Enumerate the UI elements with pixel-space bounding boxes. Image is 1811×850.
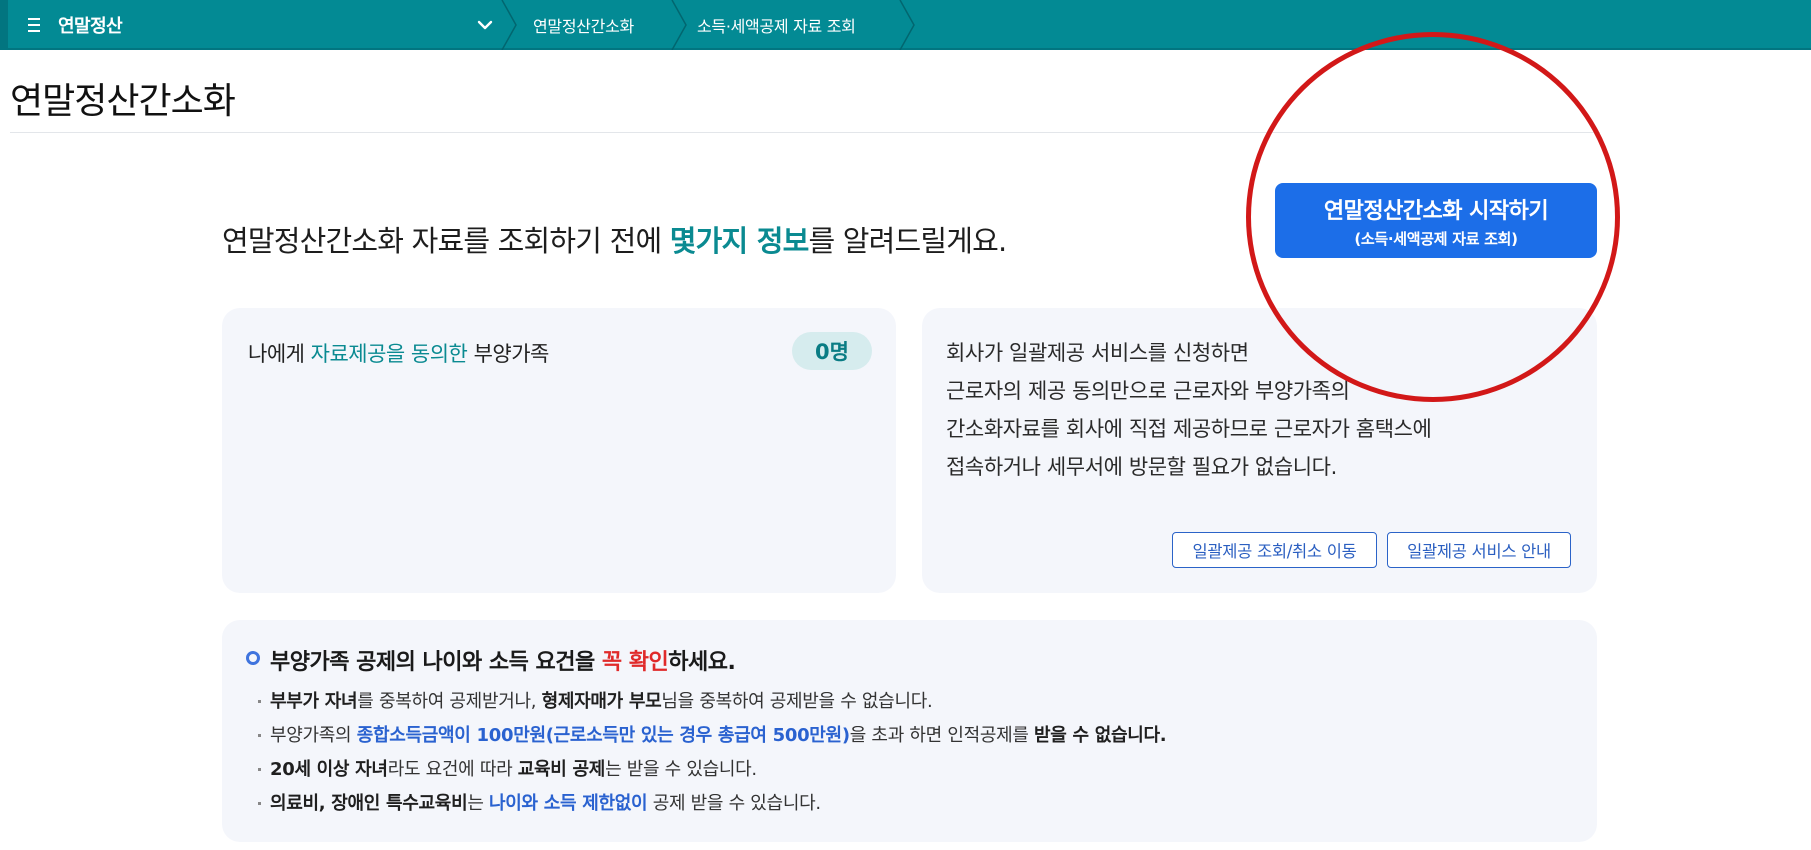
notice-bullet-segment: 는 받을 수 있습니다. <box>605 759 757 780</box>
hamburger-menu-icon[interactable] <box>26 14 42 36</box>
start-simplified-button[interactable]: 연말정산간소화 시작하기 (소득·세액공제 자료 조회) <box>1275 183 1597 258</box>
notice-bullet-item: 의료비, 장애인 특수교육비는 나이와 소득 제한없이 공제 받을 수 있습니다… <box>258 787 1166 821</box>
notice-bullet-segment: 부양가족의 <box>270 725 357 746</box>
dependents-label-suffix: 부양가족 <box>467 342 550 366</box>
chevron-down-icon[interactable] <box>476 16 494 34</box>
notice-heading-emphasis: 꼭 확인 <box>601 650 669 675</box>
notice-bullet-segment: 는 <box>467 793 490 814</box>
batch-description-line: 근로자의 제공 동의만으로 근로자와 부양가족의 <box>946 379 1350 403</box>
nav-left-strip <box>0 0 8 50</box>
notice-bullet-segment: 공제 받을 수 있습니다. <box>647 793 821 814</box>
notice-heading-before: 부양가족 공제의 나이와 소득 요건을 <box>270 650 602 675</box>
notice-bullet-list: 부부가 자녀를 중복하여 공제받거나, 형제자매가 부모님을 중복하여 공제받을… <box>258 685 1167 821</box>
consented-dependents-card: 나에게 자료제공을 동의한 부양가족 0명 <box>222 308 896 593</box>
notice-bullet-segment: 형제자매가 부모 <box>541 691 662 712</box>
notice-bullet-segment: 부부가 자녀 <box>270 691 358 712</box>
notice-bullet-segment: 받을 수 없습니다. <box>1034 725 1167 746</box>
breadcrumb-separator-icon <box>671 0 687 50</box>
batch-provision-card: 회사가 일괄제공 서비스를 신청하면 근로자의 제공 동의만으로 근로자와 부양… <box>922 308 1597 593</box>
page-title: 연말정산간소화 <box>10 81 236 122</box>
notice-bullet-item: 부부가 자녀를 중복하여 공제받거나, 형제자매가 부모님을 중복하여 공제받을… <box>258 685 1166 719</box>
notice-bullet-segment: 라도 요건에 따라 <box>387 759 518 780</box>
notice-heading: 부양가족 공제의 나이와 소득 요건을 꼭 확인하세요. <box>270 644 736 676</box>
batch-description-line: 회사가 일괄제공 서비스를 신청하면 <box>946 341 1249 365</box>
intro-text-highlight: 몇가지 정보 <box>669 224 810 258</box>
dependents-count-badge: 0명 <box>792 332 872 370</box>
notice-bullet-segment: 을 초과 하면 인적공제를 <box>849 725 1035 746</box>
intro-text-after: 를 알려드릴게요. <box>808 224 1007 258</box>
notice-bullet-item: 20세 이상 자녀라도 요건에 따라 교육비 공제는 받을 수 있습니다. <box>258 753 1166 787</box>
notice-bullet-segment: 교육비 공제 <box>517 759 606 780</box>
dependents-label-prefix: 나에게 <box>248 342 311 366</box>
batch-service-guide-button[interactable]: 일괄제공 서비스 안내 <box>1387 532 1571 568</box>
breadcrumb-separator-icon <box>501 0 517 50</box>
batch-lookup-cancel-button[interactable]: 일괄제공 조회/취소 이동 <box>1172 532 1377 568</box>
breadcrumb-item-simplified[interactable]: 연말정산간소화 <box>533 13 634 37</box>
batch-provision-description: 회사가 일괄제공 서비스를 신청하면 근로자의 제공 동의만으로 근로자와 부양… <box>946 334 1432 486</box>
notice-bullet-segment: 종합소득금액이 100만원(근로소득만 있는 경우 총급여 500만원) <box>356 725 850 746</box>
top-nav-bar: 연말정산 연말정산간소화 소득·세액공제 자료 조회 <box>0 0 1811 50</box>
notice-bullet-item: 부양가족의 종합소득금액이 100만원(근로소득만 있는 경우 총급여 500만… <box>258 719 1167 753</box>
notice-bullet-segment: 님을 중복하여 공제받을 수 없습니다. <box>661 691 933 712</box>
start-button-sublabel: (소득·세액공제 자료 조회) <box>1354 229 1518 248</box>
intro-text: 연말정산간소화 자료를 조회하기 전에 몇가지 정보를 알려드릴게요. <box>222 218 1007 260</box>
batch-description-line: 접속하거나 세무서에 방문할 필요가 없습니다. <box>946 455 1337 479</box>
notice-bullet-segment: 20세 이상 자녀 <box>270 759 388 780</box>
batch-description-line: 간소화자료를 회사에 직접 제공하므로 근로자가 홈택스에 <box>946 417 1432 441</box>
breadcrumb-separator-icon <box>899 0 915 50</box>
notice-heading-after: 하세요. <box>668 650 736 675</box>
notice-bullet-segment: 나이와 소득 제한없이 <box>489 793 648 814</box>
notice-bullet-segment: 를 중복하여 공제받거나, <box>357 691 542 712</box>
notice-bullet-segment: 의료비, 장애인 특수교육비 <box>270 793 468 814</box>
intro-text-before: 연말정산간소화 자료를 조회하기 전에 <box>222 224 670 258</box>
dependents-label-highlight: 자료제공을 동의한 <box>310 342 468 366</box>
title-divider <box>10 132 1600 133</box>
nav-root-menu[interactable]: 연말정산 <box>58 12 123 38</box>
breadcrumb-item-deduction-lookup[interactable]: 소득·세액공제 자료 조회 <box>697 13 856 37</box>
consented-dependents-label: 나에게 자료제공을 동의한 부양가족 <box>248 338 549 368</box>
start-button-label: 연말정산간소화 시작하기 <box>1323 198 1549 224</box>
dependent-requirements-notice: 부양가족 공제의 나이와 소득 요건을 꼭 확인하세요. 부부가 자녀를 중복하… <box>222 620 1597 842</box>
circle-bullet-icon <box>246 651 260 665</box>
